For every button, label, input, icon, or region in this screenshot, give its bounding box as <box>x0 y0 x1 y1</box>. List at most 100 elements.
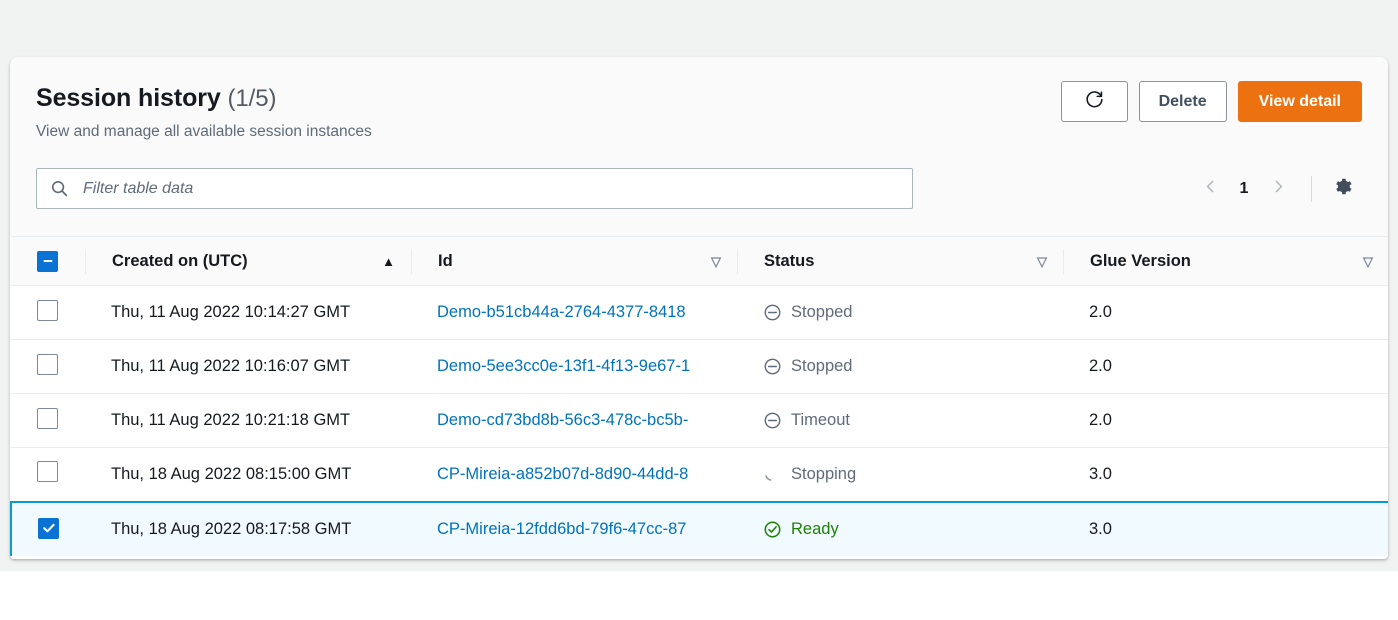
row-select-cell <box>11 447 85 502</box>
cell-status: Stopping <box>737 447 1063 502</box>
status-label: Timeout <box>791 411 850 429</box>
cell-id: Demo-5ee3cc0e-13f1-4f13-9e67-1 <box>411 339 737 394</box>
status-badge: Stopped <box>763 357 1063 376</box>
glue-version-value: 3.0 <box>1089 519 1112 538</box>
table-head: Created on (UTC) ▲ Id ▽ Status ▽ Glue Ve… <box>11 236 1388 286</box>
cell-id: Demo-b51cb44a-2764-4377-8418 <box>411 285 737 340</box>
status-badge: Stopped <box>763 303 1063 322</box>
row-select-checkbox[interactable] <box>37 407 58 429</box>
status-stopped-icon <box>763 411 782 430</box>
session-id-link[interactable]: CP-Mireia-a852b07d-8d90-44dd-8 <box>437 465 737 484</box>
cell-glue-version: 3.0 <box>1063 500 1388 556</box>
cell-glue-version: 2.0 <box>1063 285 1388 340</box>
table-body: Thu, 11 Aug 2022 10:14:27 GMT Demo-b51cb4… <box>10 285 1388 556</box>
cell-glue-version: 2.0 <box>1063 339 1388 394</box>
row-select-checkbox[interactable] <box>37 353 58 375</box>
page-title-text: Session history <box>36 84 221 112</box>
search-input[interactable] <box>81 169 857 208</box>
cell-created-on: Thu, 11 Aug 2022 10:16:07 GMT <box>85 339 411 394</box>
sort-icon: ▽ <box>1037 253 1047 269</box>
table-header-row: Created on (UTC) ▲ Id ▽ Status ▽ Glue Ve… <box>11 236 1388 286</box>
refresh-icon <box>1084 89 1105 115</box>
glue-version-value: 2.0 <box>1089 303 1112 321</box>
row-select-cell <box>11 285 85 340</box>
table-row[interactable]: Thu, 11 Aug 2022 10:21:18 GMT Demo-cd73bd… <box>11 393 1388 448</box>
refresh-button[interactable] <box>1060 81 1128 122</box>
cell-glue-version: 2.0 <box>1063 393 1388 448</box>
row-select-cell <box>11 393 85 448</box>
spinner-icon <box>763 465 782 484</box>
table-row[interactable]: Thu, 11 Aug 2022 10:14:27 GMT Demo-b51cb4… <box>11 285 1388 340</box>
row-select-checkbox[interactable] <box>38 517 59 539</box>
select-all-checkbox[interactable] <box>37 250 58 272</box>
glue-version-value: 3.0 <box>1089 464 1112 483</box>
sort-icon: ▽ <box>1363 253 1373 269</box>
status-label: Ready <box>791 519 839 538</box>
cell-glue-version: 3.0 <box>1063 447 1388 502</box>
table-toolbar: 1 <box>36 168 1362 209</box>
table-preferences-button[interactable] <box>1326 173 1358 205</box>
panel-header: Session history (1/5) View and manage al… <box>10 57 1388 236</box>
created-on-value: Thu, 11 Aug 2022 10:16:07 GMT <box>111 357 351 375</box>
cell-id: CP-Mireia-a852b07d-8d90-44dd-8 <box>411 447 737 502</box>
chevron-left-icon <box>1202 178 1219 200</box>
view-detail-button[interactable]: View detail <box>1237 81 1362 122</box>
session-id-link[interactable]: Demo-b51cb44a-2764-4377-8418 <box>437 303 737 322</box>
column-header-created-on-label: Created on (UTC) <box>112 251 248 270</box>
column-header-glue-version-label: Glue Version <box>1090 251 1191 270</box>
session-id-link[interactable]: Demo-cd73bd8b-56c3-478c-bc5b- <box>437 411 737 430</box>
cell-created-on: Thu, 11 Aug 2022 10:21:18 GMT <box>85 393 411 448</box>
table-row[interactable]: Thu, 18 Aug 2022 08:17:58 GMT CP-Mireia-1… <box>10 500 1388 556</box>
table-row[interactable]: Thu, 11 Aug 2022 10:16:07 GMT Demo-5ee3cc… <box>11 339 1388 394</box>
cell-id: CP-Mireia-12fdd6bd-79f6-47cc-87 <box>411 500 737 556</box>
gear-icon <box>1332 176 1353 202</box>
cell-created-on: Thu, 18 Aug 2022 08:15:00 GMT <box>85 447 411 502</box>
status-badge: Timeout <box>763 411 1063 430</box>
created-on-value: Thu, 11 Aug 2022 10:14:27 GMT <box>111 303 351 321</box>
created-on-value: Thu, 11 Aug 2022 10:21:18 GMT <box>111 411 351 429</box>
cell-status: Stopped <box>737 285 1063 340</box>
pagination-divider <box>1311 175 1312 202</box>
cell-status: Stopped <box>737 339 1063 394</box>
select-all-wrapper <box>11 249 85 274</box>
glue-version-value: 2.0 <box>1089 411 1112 429</box>
session-id-link[interactable]: CP-Mireia-12fdd6bd-79f6-47cc-87 <box>437 520 737 539</box>
created-on-value: Thu, 18 Aug 2022 08:17:58 GMT <box>111 519 352 538</box>
session-id-link[interactable]: Demo-5ee3cc0e-13f1-4f13-9e67-1 <box>437 357 737 376</box>
status-label: Stopping <box>791 464 857 483</box>
column-header-id[interactable]: Id ▽ <box>411 236 737 286</box>
page-subtitle: View and manage all available session in… <box>36 123 372 140</box>
delete-button[interactable]: Delete <box>1138 81 1227 122</box>
row-select-checkbox[interactable] <box>37 461 58 483</box>
title-block: Session history (1/5) View and manage al… <box>36 79 372 142</box>
cell-created-on: Thu, 18 Aug 2022 08:17:58 GMT <box>85 500 411 556</box>
column-header-id-label: Id <box>438 251 453 270</box>
chevron-right-icon <box>1270 178 1287 200</box>
row-select-cell <box>11 339 85 394</box>
pagination-page-number[interactable]: 1 <box>1229 180 1259 198</box>
table-row[interactable]: Thu, 18 Aug 2022 08:15:00 GMT CP-Mireia-a… <box>11 447 1388 502</box>
column-header-id-inner: Id ▽ <box>411 248 737 274</box>
column-header-created-on[interactable]: Created on (UTC) ▲ <box>85 236 411 286</box>
pagination-next-button[interactable] <box>1259 170 1297 208</box>
screenshot-root: Session history (1/5) View and manage al… <box>0 0 1398 620</box>
cell-status: Timeout <box>737 393 1063 448</box>
status-stopped-icon <box>763 303 782 322</box>
status-success-icon <box>763 520 782 539</box>
filter-container[interactable] <box>36 168 913 209</box>
column-header-status[interactable]: Status ▽ <box>737 236 1063 286</box>
row-select-cell <box>10 500 85 556</box>
column-header-glue-version[interactable]: Glue Version ▽ <box>1063 236 1388 286</box>
header-actions: Delete View detail <box>1060 79 1362 122</box>
column-header-status-inner: Status ▽ <box>737 248 1063 274</box>
row-select-checkbox[interactable] <box>37 299 58 321</box>
column-header-glue-version-inner: Glue Version ▽ <box>1063 248 1388 274</box>
sort-icon: ▽ <box>711 253 721 269</box>
pagination-previous-button[interactable] <box>1191 170 1229 208</box>
page-title-counter: (1/5) <box>227 85 277 112</box>
page-title: Session history (1/5) <box>36 83 372 114</box>
status-badge: Ready <box>763 520 1063 539</box>
cell-status: Ready <box>737 500 1063 556</box>
status-badge: Stopping <box>763 465 1063 484</box>
search-icon <box>50 179 69 198</box>
